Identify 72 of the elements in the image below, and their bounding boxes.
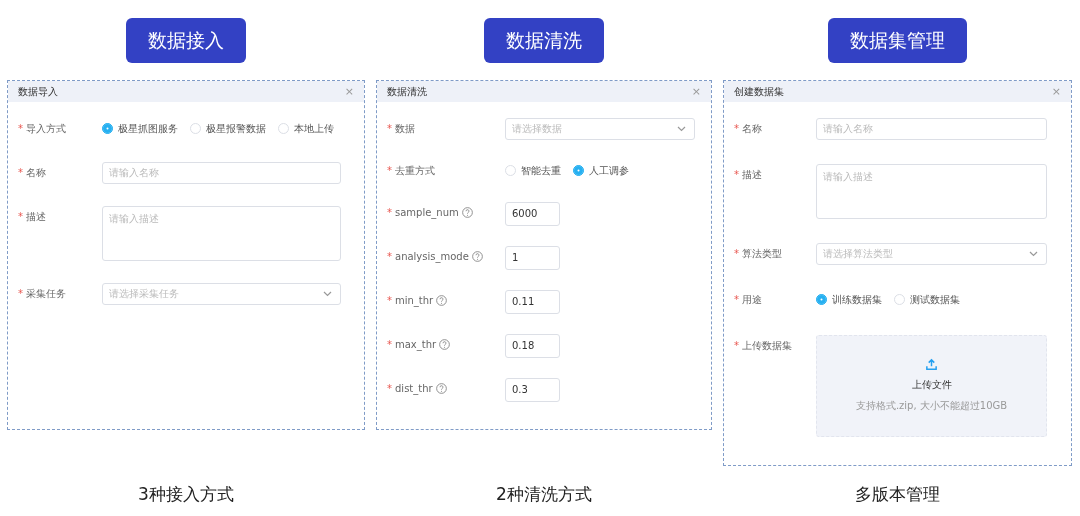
section-caption: 2种清洗方式 (496, 482, 592, 506)
upload-dropzone[interactable]: 上传文件 支持格式.zip, 大小不能超过10GB (816, 334, 1047, 437)
textarea-field[interactable]: 请输入描述 (102, 205, 341, 261)
section-caption: 多版本管理 (855, 482, 940, 506)
radio-option[interactable]: 测试数据集 (894, 292, 960, 308)
dialog-title: 数据清洗 (387, 84, 427, 99)
required-asterisk: * (734, 339, 739, 354)
required-asterisk: * (18, 166, 23, 181)
required-asterisk: * (387, 382, 392, 397)
field-label: 名称 (742, 122, 762, 137)
radio-option[interactable]: 人工调参 (573, 163, 629, 179)
help-icon[interactable] (471, 251, 483, 263)
number-input-field[interactable]: 6000 (505, 201, 560, 226)
section-caption: 3种接入方式 (138, 482, 234, 506)
radio-button[interactable] (102, 123, 113, 135)
number-input-field[interactable]: 0.11 (505, 289, 560, 314)
field-label: sample_num (395, 206, 459, 221)
field-label: 名称 (26, 166, 46, 181)
required-asterisk: * (387, 294, 392, 309)
chevron-down-icon (677, 125, 686, 132)
field-label: dist_thr (395, 382, 433, 397)
text-input-field[interactable]: 请输入名称 (102, 161, 341, 184)
field-label: max_thr (395, 338, 437, 353)
help-icon[interactable] (436, 295, 448, 307)
field-label: 数据 (395, 122, 415, 137)
radio-button[interactable] (816, 294, 827, 306)
field-label: 上传数据集 (742, 339, 792, 354)
required-asterisk: * (387, 250, 392, 265)
chevron-down-icon (1029, 250, 1038, 257)
required-asterisk: * (734, 293, 739, 308)
section-heading: 数据集管理 (828, 18, 967, 63)
field-label: analysis_mode (395, 250, 469, 265)
field-label: 采集任务 (26, 287, 66, 302)
field-label: 描述 (26, 210, 46, 225)
section-heading: 数据接入 (126, 18, 246, 63)
required-asterisk: * (387, 338, 392, 353)
field-label: 描述 (742, 168, 762, 183)
dialog-title: 数据导入 (18, 84, 58, 99)
help-icon[interactable] (435, 383, 447, 395)
required-asterisk: * (387, 122, 392, 137)
radio-option[interactable]: 训练数据集 (816, 292, 882, 308)
required-asterisk: * (387, 206, 392, 221)
radio-option[interactable]: 本地上传 (278, 121, 334, 137)
upload-title: 上传文件 (911, 378, 952, 393)
upload-hint: 支持格式.zip, 大小不能超过10GB (855, 399, 1008, 414)
chevron-down-icon (323, 290, 332, 297)
section-heading: 数据清洗 (484, 18, 604, 63)
field-label: 导入方式 (26, 122, 66, 137)
text-input-field[interactable]: 请输入名称 (816, 117, 1047, 140)
dialog-title: 创建数据集 (734, 84, 784, 99)
radio-button[interactable] (573, 165, 584, 177)
radio-option[interactable]: 智能去重 (505, 163, 561, 179)
field-label: 用途 (742, 293, 762, 308)
radio-option[interactable]: 极星抓图服务 (102, 121, 178, 137)
required-asterisk: * (734, 168, 739, 183)
radio-option[interactable]: 极星报警数据 (190, 121, 266, 137)
textarea-field[interactable]: 请输入描述 (816, 163, 1047, 219)
required-asterisk: * (18, 287, 23, 302)
required-asterisk: * (734, 247, 739, 262)
required-asterisk: * (18, 210, 23, 225)
help-icon[interactable] (439, 339, 451, 351)
required-asterisk: * (18, 122, 23, 137)
required-asterisk: * (387, 164, 392, 179)
help-icon[interactable] (461, 207, 473, 219)
field-label: 去重方式 (395, 164, 435, 179)
number-input-field[interactable]: 0.18 (505, 333, 560, 358)
required-asterisk: * (734, 122, 739, 137)
number-input-field[interactable]: 0.3 (505, 377, 560, 402)
number-input-field[interactable]: 1 (505, 245, 560, 270)
field-label: 算法类型 (742, 247, 782, 262)
field-label: min_thr (395, 294, 434, 309)
upload-icon (925, 358, 938, 372)
